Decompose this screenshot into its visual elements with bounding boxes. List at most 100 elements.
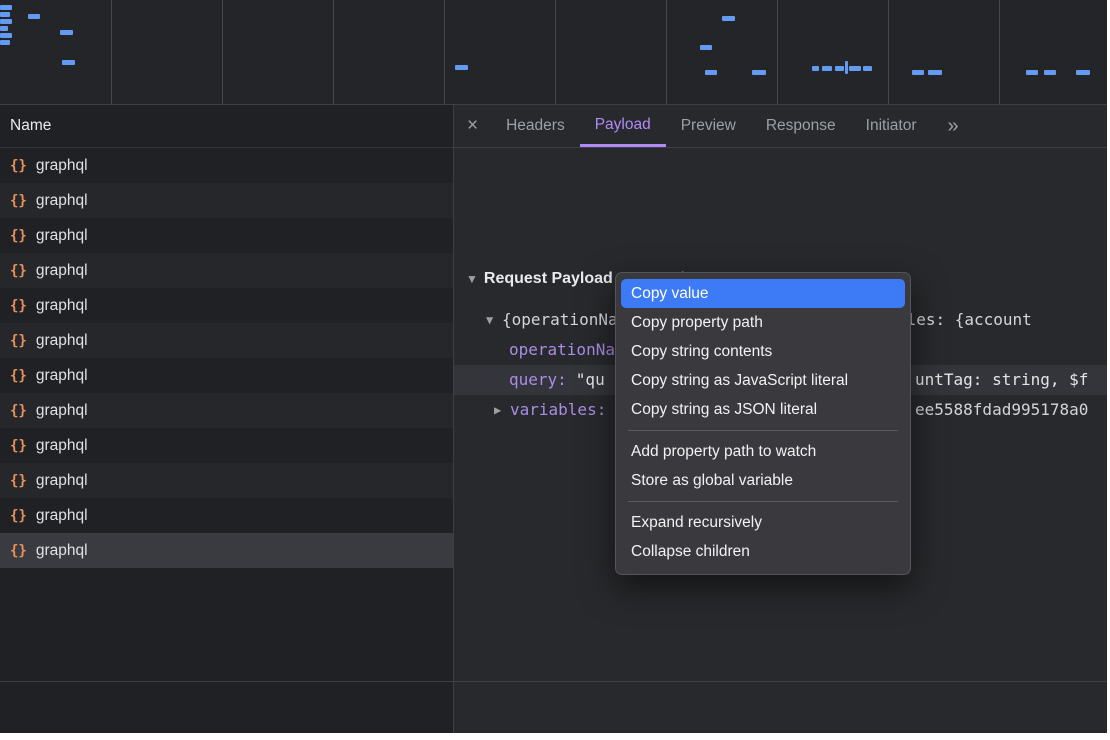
- request-name: graphql: [36, 262, 88, 280]
- payload-section-title: Request Payload: [484, 270, 613, 287]
- request-name: graphql: [36, 297, 88, 315]
- json-icon: {}: [10, 438, 27, 454]
- timeline-gridline: [444, 0, 445, 104]
- json-icon: {}: [10, 403, 27, 419]
- json-icon: {}: [10, 508, 27, 524]
- network-request-row[interactable]: {} graphql: [0, 463, 453, 498]
- request-name: graphql: [36, 472, 88, 490]
- network-request-row[interactable]: {} graphql: [0, 253, 453, 288]
- tab-initiator[interactable]: Initiator: [851, 105, 932, 147]
- json-icon: {}: [10, 368, 27, 384]
- property-key: query:: [509, 370, 567, 389]
- timeline-gridline: [555, 0, 556, 104]
- network-request-row[interactable]: {} graphql: [0, 533, 453, 568]
- timeline-gridline: [333, 0, 334, 104]
- network-request-row[interactable]: {} graphql: [0, 323, 453, 358]
- network-overview-timeline[interactable]: [0, 0, 1107, 105]
- request-name: graphql: [36, 367, 88, 385]
- menu-item-expand-recursively[interactable]: Expand recursively: [621, 508, 905, 537]
- timeline-gridline: [777, 0, 778, 104]
- timeline-activity-bar: [1044, 70, 1056, 75]
- property-value-fragment: untTag: string, $f: [915, 365, 1088, 395]
- column-header-name[interactable]: Name: [0, 105, 453, 148]
- timeline-activity-bar: [835, 66, 844, 71]
- details-tab-bar: × HeadersPayloadPreviewResponseInitiator»: [454, 105, 1107, 148]
- menu-item-copy-property-path[interactable]: Copy property path: [621, 308, 905, 337]
- timeline-activity-bar: [0, 26, 8, 31]
- request-name: graphql: [36, 157, 88, 175]
- json-icon: {}: [10, 473, 27, 489]
- expand-triangle-icon[interactable]: ▼: [486, 305, 493, 335]
- network-request-row[interactable]: {} graphql: [0, 428, 453, 463]
- request-name: graphql: [36, 402, 88, 420]
- devtools-window: Name {}graphql{}graphql{}graphql{}graphq…: [0, 0, 1107, 733]
- request-name: graphql: [36, 332, 88, 350]
- timeline-activity-bar: [60, 30, 73, 35]
- menu-item-copy-string-contents[interactable]: Copy string contents: [621, 337, 905, 366]
- json-icon: {}: [10, 543, 27, 559]
- menu-item-copy-value[interactable]: Copy value: [621, 279, 905, 308]
- context-menu: Copy valueCopy property pathCopy string …: [615, 272, 911, 575]
- json-icon: {}: [10, 228, 27, 244]
- network-request-row[interactable]: {} graphql: [0, 498, 453, 533]
- tab-response[interactable]: Response: [751, 105, 851, 147]
- timeline-activity-bar: [0, 19, 12, 24]
- property-preview-fragment: ee5588fdad995178a0: [915, 395, 1088, 425]
- timeline-gridline: [888, 0, 889, 104]
- timeline-activity-bar: [705, 70, 717, 75]
- request-name: graphql: [36, 542, 88, 560]
- network-request-row[interactable]: {} graphql: [0, 183, 453, 218]
- requests-panel: Name {}graphql{}graphql{}graphql{}graphq…: [0, 105, 454, 733]
- timeline-activity-bar: [849, 66, 861, 71]
- timeline-activity-bar: [28, 14, 40, 19]
- request-name: graphql: [36, 192, 88, 210]
- timeline-activity-bar: [845, 61, 848, 74]
- timeline-activity-bar: [62, 60, 75, 65]
- timeline-activity-bar: [722, 16, 735, 21]
- request-name: graphql: [36, 227, 88, 245]
- tab-payload[interactable]: Payload: [580, 105, 666, 147]
- menu-item-collapse-children[interactable]: Collapse children: [621, 537, 905, 566]
- network-request-row[interactable]: {} graphql: [0, 148, 453, 183]
- json-icon: {}: [10, 263, 27, 279]
- json-icon: {}: [10, 193, 27, 209]
- timeline-gridline: [999, 0, 1000, 104]
- timeline-activity-bar: [752, 70, 766, 75]
- menu-item-copy-string-as-javascript-literal[interactable]: Copy string as JavaScript literal: [621, 366, 905, 395]
- timeline-activity-bar: [822, 66, 832, 71]
- menu-separator: [628, 501, 898, 502]
- menu-item-add-property-path-to-watch[interactable]: Add property path to watch: [621, 437, 905, 466]
- property-key: variables:: [510, 395, 606, 425]
- network-request-row[interactable]: {} graphql: [0, 218, 453, 253]
- request-name: graphql: [36, 507, 88, 525]
- network-request-row[interactable]: {}graphql: [0, 288, 453, 323]
- json-icon: {}: [10, 158, 27, 174]
- network-request-row[interactable]: {} graphql: [0, 393, 453, 428]
- timeline-gridline: [222, 0, 223, 104]
- timeline-activity-bar: [812, 66, 819, 71]
- request-list: {} graphql {} graphql {} graphql {} graphql {} gr…: [0, 148, 453, 568]
- timeline-activity-bar: [0, 40, 10, 45]
- json-icon: {}: [10, 333, 27, 349]
- timeline-gridline: [666, 0, 667, 104]
- request-name: graphql: [36, 437, 88, 455]
- property-value-fragment: "qu: [576, 370, 605, 389]
- more-tabs-icon[interactable]: »: [934, 115, 973, 138]
- timeline-activity-bar: [455, 65, 468, 70]
- menu-separator: [628, 430, 898, 431]
- tab-preview[interactable]: Preview: [666, 105, 751, 147]
- timeline-activity-bar: [0, 5, 12, 10]
- menu-item-copy-string-as-json-literal[interactable]: Copy string as JSON literal: [621, 395, 905, 424]
- timeline-activity-bar: [928, 70, 942, 75]
- network-request-row[interactable]: {} graphql: [0, 358, 453, 393]
- timeline-activity-bar: [863, 66, 872, 71]
- expand-triangle-icon[interactable]: ▶: [494, 395, 501, 425]
- tab-headers[interactable]: Headers: [491, 105, 580, 147]
- collapse-triangle-icon[interactable]: ▼: [466, 272, 478, 286]
- menu-item-store-as-global-variable[interactable]: Store as global variable: [621, 466, 905, 495]
- timeline-activity-bar: [1026, 70, 1038, 75]
- timeline-activity-bar: [0, 33, 12, 38]
- close-panel-icon[interactable]: ×: [467, 115, 478, 137]
- timeline-activity-bar: [0, 12, 10, 17]
- timeline-gridline: [111, 0, 112, 104]
